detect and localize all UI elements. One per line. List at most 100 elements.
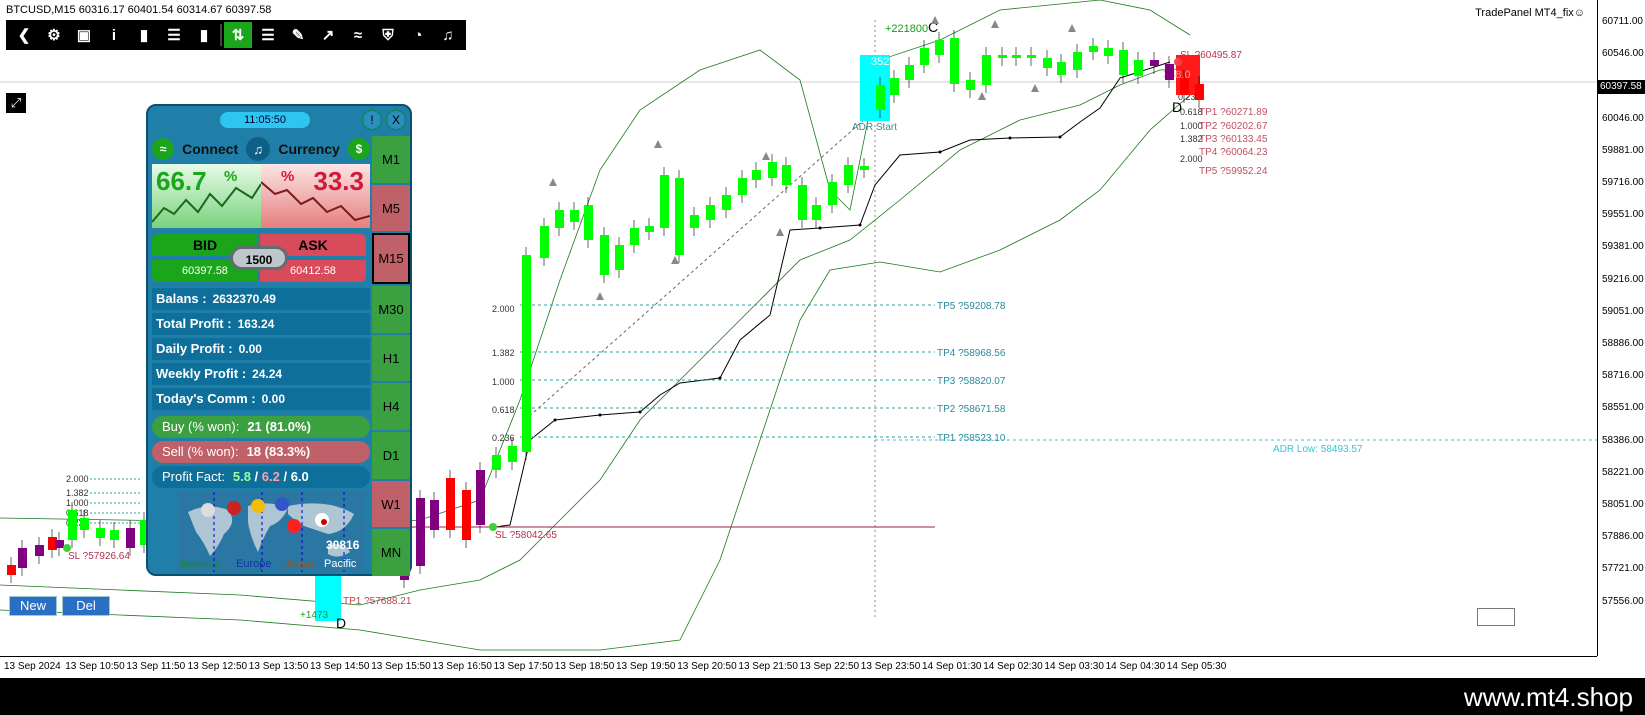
- trend-dot: [718, 376, 722, 380]
- trend-dot: [858, 223, 862, 227]
- tf-m5[interactable]: M5: [372, 184, 410, 232]
- connect-label[interactable]: Connect: [182, 141, 238, 157]
- camera-icon[interactable]: ▣: [70, 22, 98, 48]
- bars-icon[interactable]: ▮: [130, 22, 158, 48]
- candle: [615, 245, 624, 270]
- weekly-profit-label: Weekly Profit :: [156, 366, 247, 381]
- gear-icon[interactable]: ⚙: [40, 22, 68, 48]
- candle: [1012, 55, 1021, 58]
- time-tick: 13 Sep 14:50: [310, 661, 370, 672]
- trend-dot: [598, 413, 602, 417]
- pie-icon[interactable]: ◔: [404, 22, 432, 48]
- adr-start-label: ADR Start: [852, 122, 897, 133]
- tf-m1[interactable]: M1: [372, 136, 410, 183]
- candle: [798, 185, 807, 220]
- trade-icon[interactable]: ⇅: [224, 22, 252, 48]
- back-icon[interactable]: ❮: [10, 22, 38, 48]
- tf-m15[interactable]: M15: [372, 233, 410, 285]
- candle: [446, 478, 455, 530]
- close-button[interactable]: X: [386, 110, 406, 130]
- sell-stats-pill: Sell (% won): 18 (83.3%): [152, 441, 370, 463]
- price-tick: 58221.00: [1602, 466, 1644, 478]
- time-tick: 13 Sep 22:50: [799, 661, 860, 672]
- trade-panel: 11:05:50 ! X ≈ Connect ♫ Currency $ 66.7…: [146, 104, 412, 577]
- pf-label: Profit Fact:: [162, 469, 225, 484]
- comm-label: Today's Comm :: [156, 391, 256, 406]
- trend-dot: [553, 418, 557, 422]
- sell-value: 18 (83.3%): [246, 444, 311, 459]
- tp-right-label: TP1 ?60271.89: [1199, 107, 1268, 118]
- price-tick: 58386.00: [1602, 434, 1644, 446]
- candle: [1180, 78, 1189, 95]
- wifi-icon[interactable]: ≈: [152, 138, 174, 160]
- trend-dot: [1008, 136, 1012, 140]
- fractal-arrow: [549, 178, 557, 186]
- bell-icon[interactable]: ♫: [246, 137, 271, 161]
- sell-signal-dot: [1174, 58, 1182, 66]
- weekly-profit-row: Weekly Profit : 24.24: [152, 363, 370, 385]
- time-tick: 13 Sep 15:50: [371, 661, 431, 672]
- candle: [660, 175, 669, 228]
- candle: [722, 195, 731, 210]
- total-profit-row: Total Profit : 163.24: [152, 313, 370, 335]
- candles-icon[interactable]: ▮: [190, 22, 218, 48]
- tf-d1[interactable]: D1: [372, 432, 410, 479]
- current-price-label: 60397.58: [1597, 80, 1645, 94]
- price-tick: 58551.00: [1602, 402, 1644, 414]
- levels-icon[interactable]: ☰: [254, 22, 282, 48]
- price-tick: 59716.00: [1602, 177, 1644, 188]
- info-button[interactable]: !: [362, 110, 382, 130]
- lot-size-input[interactable]: 1500: [230, 246, 288, 270]
- candle: [982, 55, 991, 85]
- candle: [966, 80, 975, 90]
- session-pacific: Pacific: [324, 558, 357, 570]
- trend-dot: [638, 410, 642, 414]
- projection-line: [524, 109, 876, 421]
- candle: [782, 165, 791, 185]
- time-tick: 14 Sep 02:30: [983, 661, 1043, 672]
- candle: [540, 226, 549, 258]
- sell-label: Sell (% won):: [162, 444, 239, 459]
- candle: [126, 528, 135, 548]
- candle: [35, 545, 44, 556]
- shield-icon[interactable]: ⛨: [374, 22, 402, 48]
- candle: [950, 38, 959, 84]
- candle: [55, 540, 64, 548]
- tf-h1[interactable]: H1: [372, 334, 410, 382]
- adr-low-label: ADR Low: 58493.57: [1273, 444, 1363, 455]
- scroll-box[interactable]: [1477, 608, 1515, 626]
- pf-sep2: /: [279, 469, 291, 484]
- time-tick: 13 Sep 13:50: [248, 661, 309, 672]
- dollar-icon[interactable]: $: [347, 138, 370, 160]
- candle: [890, 78, 899, 95]
- tradepanel-label: TradePanel MT4_fix☺: [1475, 7, 1585, 19]
- tf-w1[interactable]: W1: [372, 480, 410, 528]
- time-tick: 14 Sep 01:30: [922, 661, 982, 672]
- tp-label: TP3 ?58820.07: [937, 376, 1006, 387]
- candle: [7, 565, 16, 575]
- pf-sep1: /: [250, 469, 262, 484]
- candle: [600, 235, 609, 275]
- price-tick: 58886.00: [1602, 338, 1644, 349]
- currency-label[interactable]: Currency: [278, 141, 339, 157]
- tf-mn[interactable]: MN: [372, 529, 410, 577]
- wave-icon[interactable]: ≈: [344, 22, 372, 48]
- daily-profit-value: 0.00: [238, 342, 262, 356]
- expand-icon[interactable]: ⤢: [6, 93, 26, 113]
- del-button[interactable]: Del: [62, 596, 110, 616]
- buy-value: 21 (81.0%): [247, 419, 311, 434]
- tf-h4[interactable]: H4: [372, 383, 410, 431]
- bull-chart-icon: [152, 183, 261, 223]
- bell-icon[interactable]: ♫: [434, 22, 462, 48]
- candle: [570, 210, 579, 222]
- trend-icon[interactable]: ↗: [314, 22, 342, 48]
- fractal-arrow: [978, 92, 986, 100]
- session-america: America: [180, 558, 221, 570]
- pencil-icon[interactable]: ✎: [284, 22, 312, 48]
- candle: [522, 255, 531, 452]
- list-icon[interactable]: ☰: [160, 22, 188, 48]
- tf-m30[interactable]: M30: [372, 286, 410, 333]
- info-icon[interactable]: i: [100, 22, 128, 48]
- win-loss-stats: 66.7 % % 33.3: [152, 164, 370, 228]
- new-button[interactable]: New: [9, 596, 57, 616]
